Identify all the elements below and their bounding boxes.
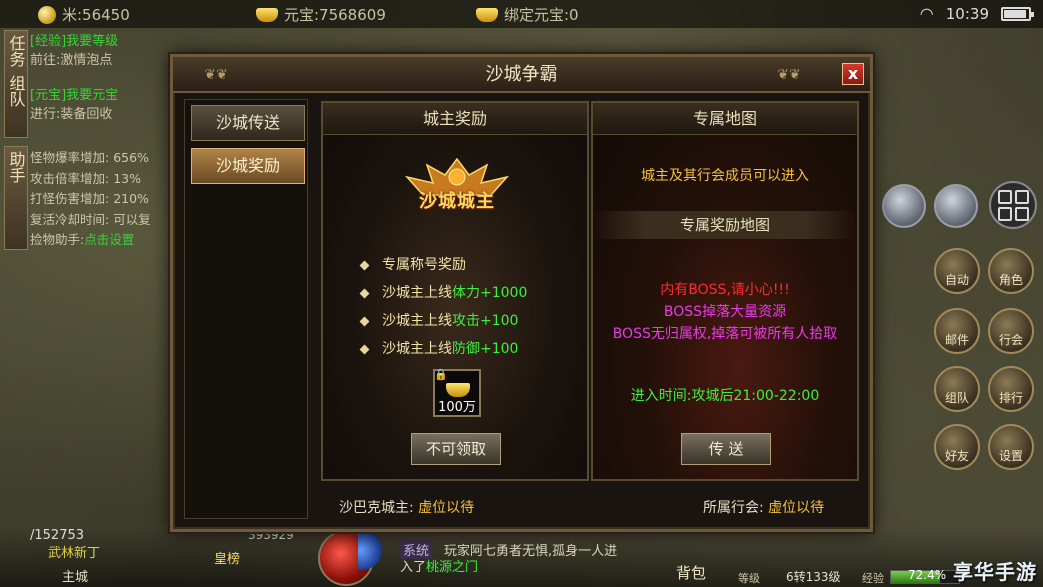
ranking-button[interactable]: 排行 xyxy=(988,366,1034,412)
close-button[interactable]: x xyxy=(842,63,864,85)
coins-display: 米:56450 xyxy=(38,4,130,25)
wifi-icon: ◠ xyxy=(919,4,934,23)
dialog-title: 沙城争霸 xyxy=(485,64,558,85)
auto-button[interactable]: 自动 xyxy=(934,248,980,294)
bullet-icon xyxy=(359,344,370,354)
quest-item-yuanbao[interactable]: [元宝]我要元宝 进行:装备回收 xyxy=(30,86,118,124)
bullet-icon xyxy=(359,260,370,270)
reward-item: 沙城主上线 防御+100 xyxy=(359,335,527,363)
team-tab-label: 组队 xyxy=(6,75,26,107)
quest-tab-label: 任务 xyxy=(6,35,26,67)
helper-line: 攻击倍率增加: 13% xyxy=(30,170,141,186)
quest-subtitle: 进行:装备回收 xyxy=(30,107,113,122)
exp-percent: 72.4% xyxy=(908,568,947,582)
reward-item: 专属称号奖励 xyxy=(359,251,527,279)
bound-yuanbao-value: 绑定元宝:0 xyxy=(504,6,579,24)
quest-item-exp[interactable]: [经验]我要等级 前往:激情泡点 xyxy=(30,32,118,70)
exclusive-map-header: 专属地图 xyxy=(593,103,857,135)
boss-loot-text: BOSS掉落大量资源 xyxy=(663,304,787,320)
bullet-icon xyxy=(359,288,370,298)
lord-rewards-header: 城主奖励 xyxy=(323,103,587,135)
status-bar: 米:56450 元宝:7568609 绑定元宝:0 ◠ 10:39 xyxy=(0,0,1043,28)
team-button[interactable]: 组队 xyxy=(934,366,980,412)
pickup-settings-link[interactable]: 点击设置 xyxy=(84,232,134,247)
watermark: 享华手游 xyxy=(953,560,1037,584)
helper-line: 打怪伤害增加: 210% xyxy=(30,191,149,206)
system-tray: ◠ 10:39 xyxy=(919,4,1034,23)
bullet-icon xyxy=(359,316,370,326)
helper-tab-label: 助手 xyxy=(6,151,26,183)
boss-ownership-text: BOSS无归属权,掉落可被所有人拾取 xyxy=(612,326,838,342)
guild-info: 所属行会: 虚位以待 xyxy=(703,500,825,516)
coin-icon xyxy=(38,5,56,24)
helper-line: 怪物爆率增加: 656% xyxy=(30,150,149,165)
yuanbao-value: 元宝:7568609 xyxy=(284,6,386,24)
character-button[interactable]: 角色 xyxy=(988,248,1034,294)
friends-button[interactable]: 好友 xyxy=(934,424,980,470)
tab-castle-rewards[interactable]: 沙城奖励 xyxy=(191,148,305,184)
lord-rewards-panel: 城主奖励 沙城城主 专属称号奖励 沙城主上线 体力+1000 沙城主上线 攻击+10… xyxy=(321,101,589,481)
entry-time: 进入时间:攻城后21:00-22:00 xyxy=(630,388,820,404)
claim-button[interactable]: 不可领取 xyxy=(411,433,501,465)
skill-orb-icon[interactable] xyxy=(882,184,926,228)
reward-item-slot[interactable]: 🔒 100万 xyxy=(433,368,481,417)
gold-ingot-icon xyxy=(446,383,470,397)
quest-subtitle: 前往:激情泡点 xyxy=(30,53,113,68)
settings-button[interactable]: 设置 xyxy=(988,424,1034,470)
castle-lord-info: 沙巴克城主: 虚位以待 xyxy=(339,500,475,516)
coins-value: 米:56450 xyxy=(62,6,130,24)
helper-line: 复活冷却时间: 可以复 xyxy=(30,211,151,227)
dialog-side-nav: 沙城传送 沙城奖励 xyxy=(184,99,308,519)
item-quantity: 100万 xyxy=(438,400,476,415)
map-name: 主城 xyxy=(62,570,89,585)
access-text: 城主及其行会成员可以进入 xyxy=(641,168,809,184)
reward-map-subheader: 专属奖励地图 xyxy=(593,211,857,239)
helper-panel: 怪物爆率增加: 656% 攻击倍率增加: 13% 打怪伤害增加: 210% 复活… xyxy=(30,148,151,251)
clock: 10:39 xyxy=(945,4,989,23)
title-ornament-left: ❦❦ xyxy=(204,67,228,83)
castle-war-dialog: ❦❦ 沙城争霸 ❦❦ x 沙城传送 沙城奖励 城主奖励 沙城城主 专属称号奖励 … xyxy=(170,54,873,532)
chat-line: 入了桃源之门 xyxy=(400,560,479,575)
guild-button[interactable]: 行会 xyxy=(988,308,1034,354)
bag-button[interactable]: 背包 xyxy=(676,562,706,583)
tab-castle-teleport[interactable]: 沙城传送 xyxy=(191,105,305,141)
reward-item: 沙城主上线 攻击+100 xyxy=(359,307,527,335)
quest-title: [元宝]我要元宝 xyxy=(30,88,119,103)
helper-line: 捡物助手:点击设置 xyxy=(30,232,135,247)
exclusive-map-panel: 专属地图 城主及其行会成员可以进入 专属奖励地图 内有BOSS,请小心!!! B… xyxy=(591,101,859,481)
reward-item: 沙城主上线 体力+1000 xyxy=(359,279,527,307)
teleport-button[interactable]: 传 送 xyxy=(681,433,771,465)
quest-title: [经验]我要等级 xyxy=(30,34,119,49)
reward-list: 专属称号奖励 沙城主上线 体力+1000 沙城主上线 攻击+100 沙城主上线 防御+… xyxy=(359,251,527,363)
title-badge: 皇榜 xyxy=(214,552,241,567)
exp-readout: /152753 xyxy=(30,528,85,543)
exp-label: 经验 xyxy=(862,572,884,585)
skill-orb-icon[interactable] xyxy=(934,184,978,228)
quest-tab[interactable]: 任务 组队 xyxy=(4,30,28,138)
yuanbao-display: 元宝:7568609 xyxy=(256,4,386,25)
bound-ingot-icon xyxy=(476,7,498,22)
boss-warning: 内有BOSS,请小心!!! xyxy=(660,282,790,298)
level-value: 6转133级 xyxy=(786,570,841,584)
lock-icon: 🔒 xyxy=(434,368,448,381)
battery-icon xyxy=(1001,6,1034,21)
title-ornament-right: ❦❦ xyxy=(777,67,801,83)
helper-tab[interactable]: 助手 xyxy=(4,146,28,250)
dialog-title-bar: ❦❦ 沙城争霸 ❦❦ x xyxy=(173,57,870,93)
mail-button[interactable]: 邮件 xyxy=(934,308,980,354)
ingot-icon xyxy=(256,7,278,22)
menu-grid-icon[interactable] xyxy=(989,181,1037,229)
level-label: 等级 xyxy=(738,572,760,585)
crest-title: 沙城城主 xyxy=(419,191,495,212)
character-name: 武林新丁 xyxy=(48,546,101,561)
chat-location-link[interactable]: 桃源之门 xyxy=(426,560,478,575)
bound-yuanbao-display: 绑定元宝:0 xyxy=(476,4,579,25)
